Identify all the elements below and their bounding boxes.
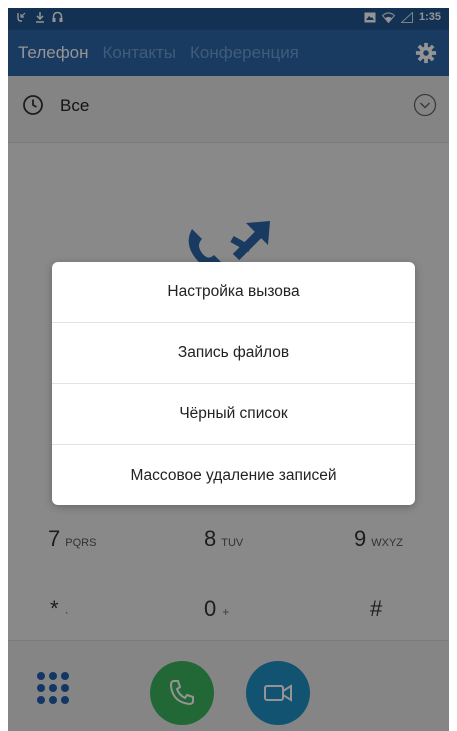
menu-item-recordings[interactable]: Запись файлов	[52, 323, 415, 384]
menu-item-bulk-delete[interactable]: Массовое удаление записей	[52, 445, 415, 505]
menu-item-blacklist[interactable]: Чёрный список	[52, 384, 415, 445]
call-options-dialog: Настройка вызова Запись файлов Чёрный сп…	[52, 262, 415, 505]
phone-app: 1:35 Телефон Контакты Конференция Все 7 …	[8, 8, 449, 731]
menu-item-call-settings[interactable]: Настройка вызова	[52, 262, 415, 323]
